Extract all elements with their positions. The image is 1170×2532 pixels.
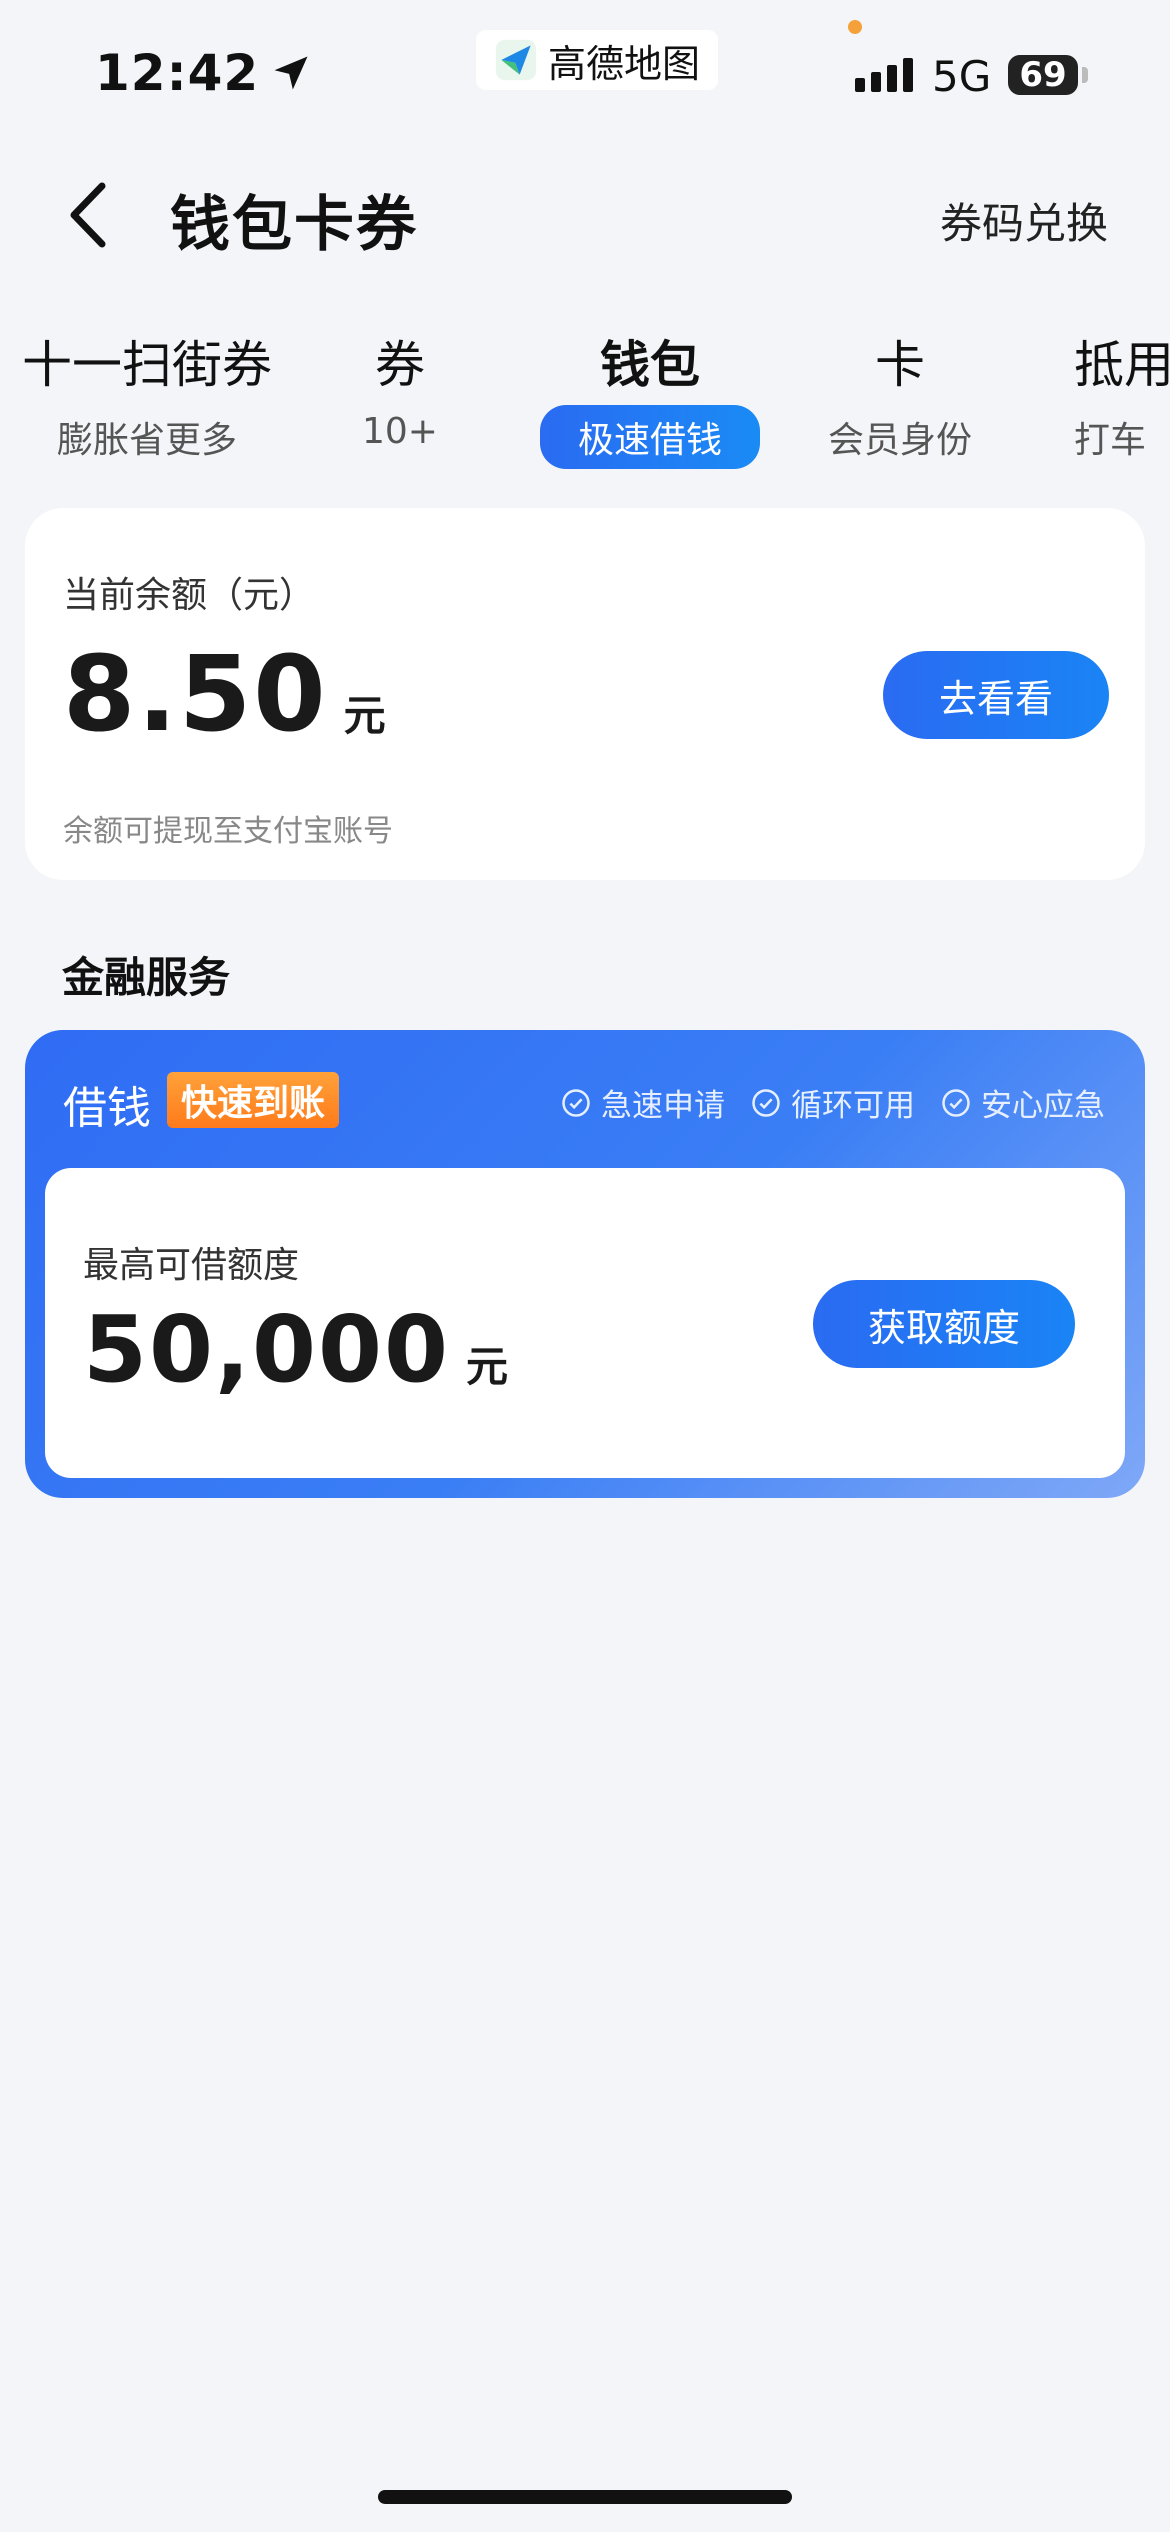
tab-cards[interactable]: 卡 会员身份 <box>810 325 990 463</box>
balance-unit: 元 <box>343 691 386 740</box>
network-type: 5G <box>932 52 992 101</box>
feature-item: 循环可用 <box>751 1080 915 1125</box>
tab-coupons[interactable]: 券 10+ <box>330 325 470 452</box>
view-balance-button[interactable]: 去看看 <box>883 651 1109 739</box>
get-limit-button[interactable]: 获取额度 <box>813 1280 1075 1368</box>
check-circle-icon <box>562 1088 590 1117</box>
battery-cap <box>1082 67 1088 83</box>
redeem-code-link[interactable]: 券码兑换 <box>940 190 1108 251</box>
app-name: 高德地图 <box>548 41 701 86</box>
limit-amount: 50,000 元 <box>83 1296 508 1403</box>
tab-sub-label: 会员身份 <box>827 420 972 461</box>
time-text: 12:42 <box>95 44 260 102</box>
limit-value: 50,000 <box>83 1296 451 1403</box>
tab-street-coupons[interactable]: 十一扫街券 膨胀省更多 <box>22 325 272 463</box>
feature-label: 循环可用 <box>791 1088 915 1124</box>
location-arrow-icon <box>274 56 308 90</box>
back-to-app-pill[interactable]: 高德地图 <box>476 30 719 90</box>
tab-vouchers[interactable]: 抵用 打车 <box>1074 325 1170 463</box>
home-indicator[interactable] <box>378 2490 792 2504</box>
tab-label: 券 <box>375 336 425 394</box>
battery-level: 69 <box>1019 55 1067 95</box>
balance-card: 当前余额（元） 8.50 元 去看看 余额可提现至支付宝账号 <box>25 508 1145 880</box>
check-circle-icon <box>752 1088 780 1117</box>
tab-sub-badge: 极速借钱 <box>539 405 760 469</box>
loan-card[interactable]: 借钱 快速到账 急速申请 循环可用 安心应急 最高可借额度 50,000 元 获… <box>25 1030 1145 1498</box>
amap-logo-icon <box>495 39 537 81</box>
battery-icon: 69 <box>1008 55 1078 95</box>
feature-label: 安心应急 <box>981 1088 1105 1124</box>
page-title: 钱包卡券 <box>170 190 418 260</box>
loan-title: 借钱 <box>63 1083 151 1134</box>
balance-label: 当前余额（元） <box>63 575 316 616</box>
feature-item: 安心应急 <box>941 1080 1105 1125</box>
privacy-indicator-dot <box>848 20 862 34</box>
tab-wallet[interactable]: 钱包 极速借钱 <box>530 325 770 469</box>
tab-label: 十一扫街券 <box>22 336 272 394</box>
tab-sub-label: 打车 <box>1074 420 1147 461</box>
tab-sub-label: 10+ <box>362 411 438 452</box>
loan-features: 急速申请 循环可用 安心应急 <box>561 1080 1105 1125</box>
back-arrow-icon[interactable] <box>60 170 120 260</box>
tab-label: 抵用 <box>1074 336 1170 394</box>
section-title: 金融服务 <box>62 953 231 1002</box>
balance-amount: 8.50 元 <box>63 633 386 755</box>
status-time: 12:42 <box>95 44 313 102</box>
tab-sub-label: 膨胀省更多 <box>56 420 237 461</box>
fast-arrival-badge: 快速到账 <box>167 1072 340 1128</box>
balance-note: 余额可提现至支付宝账号 <box>63 814 393 849</box>
balance-value: 8.50 <box>63 633 328 755</box>
check-circle-icon <box>942 1088 970 1117</box>
limit-label: 最高可借额度 <box>83 1245 300 1286</box>
loan-limit-panel: 最高可借额度 50,000 元 获取额度 <box>45 1168 1125 1478</box>
tab-label: 卡 <box>875 336 925 394</box>
tab-label: 钱包 <box>600 336 700 394</box>
feature-item: 急速申请 <box>561 1080 725 1125</box>
feature-label: 急速申请 <box>601 1088 725 1124</box>
limit-unit: 元 <box>466 1342 509 1391</box>
signal-icon <box>855 58 913 92</box>
